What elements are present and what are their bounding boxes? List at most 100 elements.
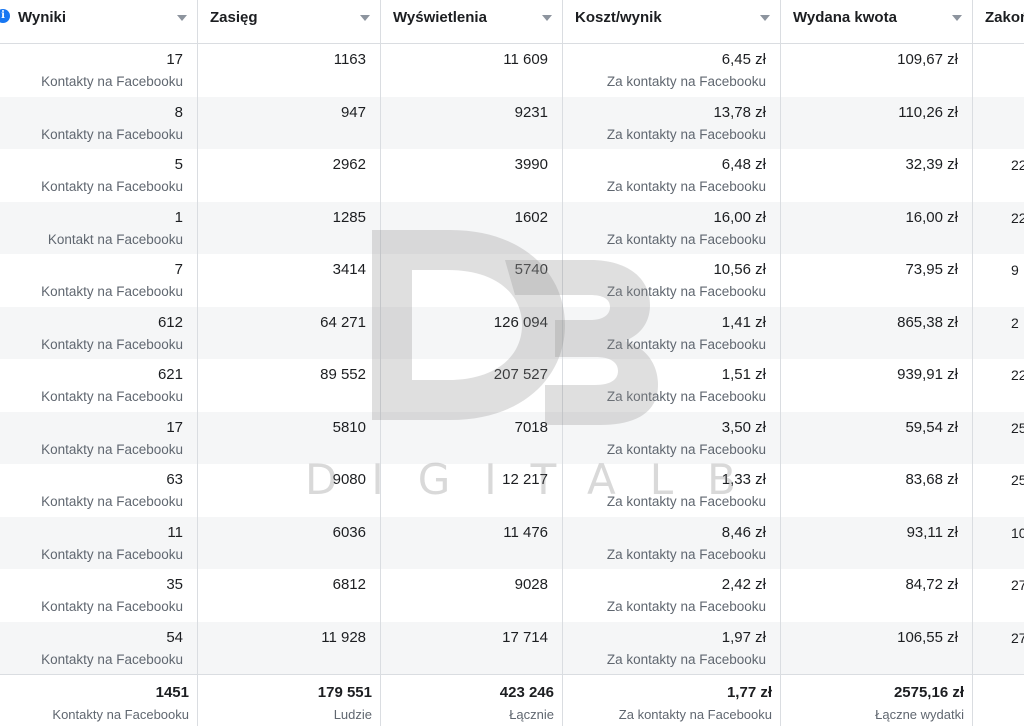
cell-zakonczenie: 27 [973,569,1024,622]
column-header-zakonczenie[interactable]: Zakoń [973,0,1024,44]
cell-wyniki: 63 Kontakty na Facebooku [0,464,198,517]
sort-caret-icon[interactable] [177,15,187,21]
cell-value: 27 [1011,629,1024,646]
cell-koszt-wynik: 6,45 zł Za kontakty na Facebooku [563,44,781,97]
total-label: Łączne wydatki [875,707,964,722]
column-header-wyswietlenia[interactable]: Wyświetlenia [381,0,563,44]
cell-wyswietlenia: 3990 [381,149,563,202]
cell-zakonczenie [973,44,1024,97]
cell-value: 25 [1011,472,1024,488]
cell-zasieg: 6812 [198,569,381,622]
cell-zakonczenie: 9 [973,254,1024,307]
cell-wyniki: 17 Kontakty na Facebooku [0,44,198,97]
cell-sublabel: Kontakty na Facebooku [41,546,183,562]
cell-value: 17 714 [502,628,548,646]
cell-sublabel: Kontakty na Facebooku [41,74,183,89]
table-row: 7 Kontakty na Facebooku 3414 5740 10,56 zł Za… [0,254,1024,307]
table-row: 63 Kontakty na Facebooku 9080 12 217 1,33 zł… [0,464,1024,517]
cell-koszt-wynik: 3,50 zł Za kontakty na Facebooku [563,411,781,464]
cell-value: 6,45 zł [721,51,766,68]
cell-wyswietlenia: 7018 [381,411,563,464]
cell-wyniki: 11 Kontakty na Facebooku [0,516,198,569]
cell-value: 11 609 [503,51,548,68]
column-header-koszt-wynik[interactable]: Koszt/wynik [563,0,781,44]
cell-sublabel: Za kontakty na Facebooku [606,599,766,614]
cell-zakonczenie: 27 [973,622,1024,675]
cell-zasieg: 5810 [198,411,381,464]
cell-koszt-wynik: 1,41 zł Za kontakty na Facebooku [563,306,781,359]
cell-sublabel: Kontakty na Facebooku [41,336,183,352]
cell-wyswietlenia: 207 527 [381,359,563,412]
cell-sublabel: Kontakty na Facebooku [41,179,183,194]
cell-wyniki: 612 Kontakty na Facebooku [0,306,198,359]
cell-sublabel: Kontakty na Facebooku [41,441,183,457]
column-label: Koszt/wynik [575,9,662,26]
cell-zakonczenie: 2 [973,307,1024,360]
column-label: Wydana kwota [793,9,897,26]
total-wyswietlenia: 423 246 Łącznie [381,675,563,726]
table-row: 11 Kontakty na Facebooku 6036 11 476 8,46 zł… [0,516,1024,570]
table-row: 5 Kontakty na Facebooku 2962 3990 6,48 zł Za … [0,149,1024,202]
cell-value: 12 217 [502,471,548,488]
cell-zasieg: 89 552 [198,359,381,412]
cell-sublabel: Za kontakty na Facebooku [606,231,766,247]
cell-sublabel: Kontakty na Facebooku [41,389,183,404]
cell-value: 64 271 [320,313,366,331]
sort-caret-icon[interactable] [360,15,370,21]
cell-value: 25 [1011,419,1024,436]
cell-koszt-wynik: 13,78 zł Za kontakty na Facebooku [563,96,781,149]
cell-value: 2 [1011,314,1019,331]
cell-koszt-wynik: 1,33 zł Za kontakty na Facebooku [563,464,781,517]
table-row: 17 Kontakty na Facebooku 1163 11 609 6,45 zł… [0,44,1024,97]
sort-caret-icon[interactable] [542,15,552,21]
cell-zakonczenie: 10 [973,517,1024,570]
cell-koszt-wynik: 1,97 zł Za kontakty na Facebooku [563,621,781,674]
cell-sublabel: Za kontakty na Facebooku [606,126,766,142]
cell-wyswietlenia: 126 094 [381,306,563,359]
cell-koszt-wynik: 16,00 zł Za kontakty na Facebooku [563,201,781,254]
cell-value: 1 [174,208,183,226]
cell-wyniki: 7 Kontakty na Facebooku [0,254,198,307]
cell-wydana-kwota: 59,54 zł [781,411,973,464]
total-label: Łącznie [509,707,554,722]
cell-zakonczenie [973,97,1024,150]
cell-zakonczenie: 22 [973,202,1024,255]
cell-zakonczenie: 25 [973,412,1024,465]
cell-value: 9080 [332,471,366,488]
cell-value [1011,44,1024,51]
cell-wydana-kwota: 110,26 zł [781,96,973,149]
table-body: 17 Kontakty na Facebooku 1163 11 609 6,45 zł… [0,44,1024,674]
cell-value: 1163 [333,51,366,68]
cell-value: 2962 [332,156,366,173]
table-row: 1 Kontakt na Facebooku 1285 1602 16,00 zł Za … [0,201,1024,255]
table-row: 35 Kontakty na Facebooku 6812 9028 2,42 zł Za… [0,569,1024,622]
cell-value: 1,97 zł [721,628,766,646]
cell-sublabel: Kontakty na Facebooku [41,494,183,509]
cell-wyniki: 621 Kontakty na Facebooku [0,359,198,412]
cell-value: 5740 [514,261,548,278]
column-label: Wyświetlenia [393,9,487,26]
ads-results-table: i Wyniki Zasięg Wyświetlenia Koszt/wynik… [0,0,1024,726]
cell-wyswietlenia: 11 476 [381,516,563,569]
sort-caret-icon[interactable] [952,15,962,21]
column-header-zasieg[interactable]: Zasięg [198,0,381,44]
total-koszt-wynik: 1,77 zł Za kontakty na Facebooku [563,675,781,726]
cell-wyswietlenia: 5740 [381,254,563,307]
cell-wyniki: 5 Kontakty na Facebooku [0,149,198,202]
cell-value: 865,38 zł [897,313,958,331]
cell-value: 10,56 zł [713,261,766,278]
cell-value: 54 [166,628,183,646]
cell-value: 16,00 zł [905,208,958,226]
sort-caret-icon[interactable] [760,15,770,21]
cell-value: 8,46 zł [721,523,766,541]
total-value: 1451 [155,684,189,701]
cell-value: 6,48 zł [721,156,766,173]
cell-value: 89 552 [320,366,366,383]
cell-value: 8 [174,103,183,121]
total-value: 2575,16 zł [893,684,964,701]
cell-sublabel: Za kontakty na Facebooku [606,284,766,299]
cell-value: 621 [157,366,183,383]
column-header-wydana-kwota[interactable]: Wydana kwota [781,0,973,44]
column-header-wyniki[interactable]: i Wyniki [0,0,198,44]
cell-value: 11 928 [321,628,366,646]
